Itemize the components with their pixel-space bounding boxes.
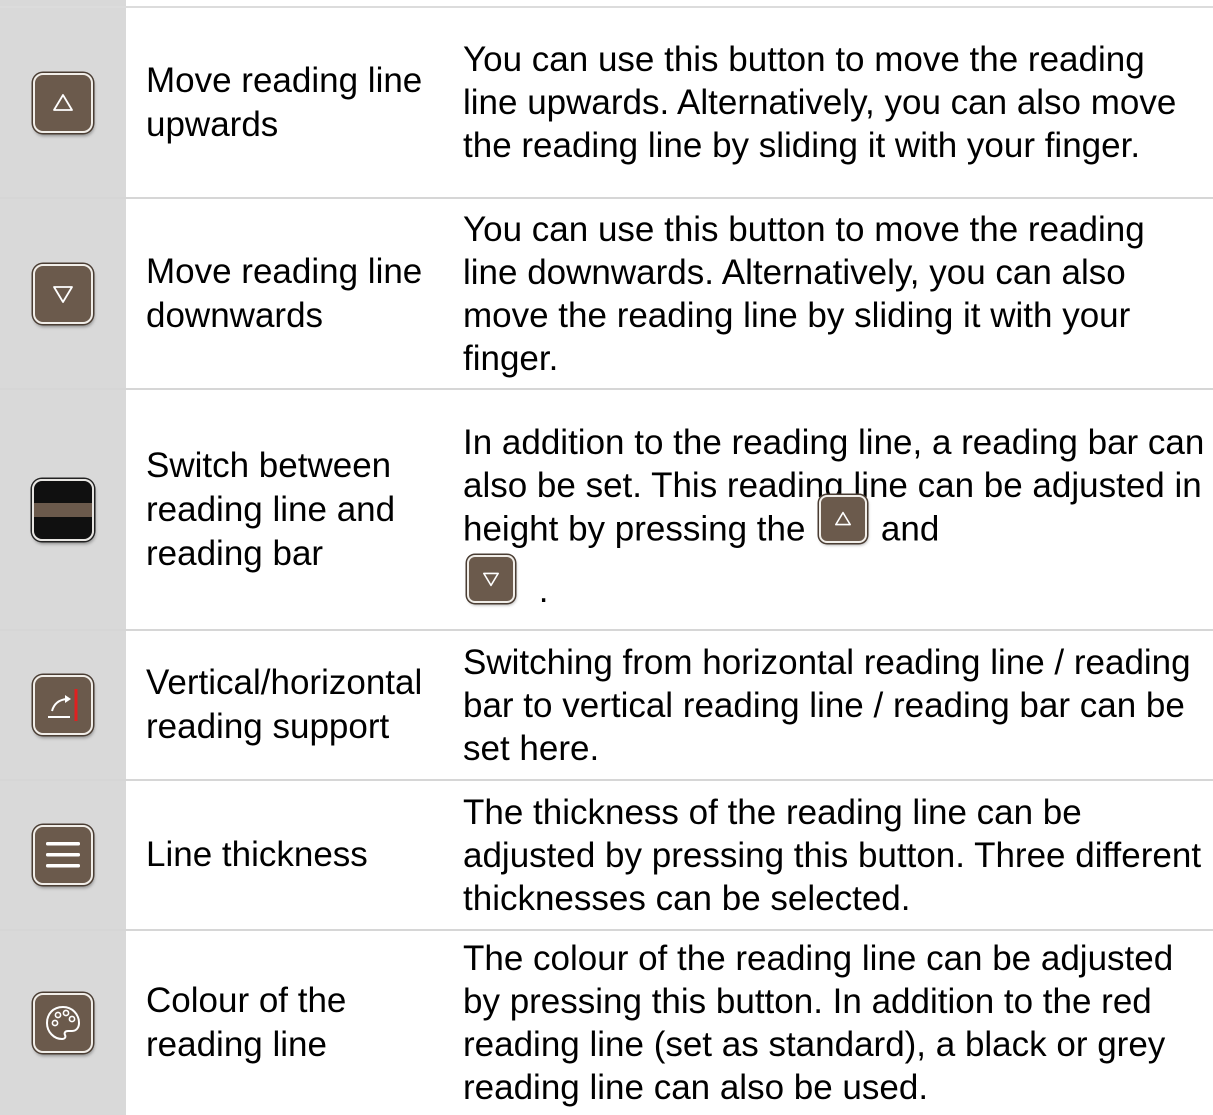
inline-down-button (467, 554, 515, 603)
feature-description: The colour of the reading line can be ad… (463, 939, 1174, 1107)
reading-line-help-table: Move reading line upwards You can use th… (0, 0, 1213, 1115)
reading-bar-button[interactable] (32, 478, 94, 541)
feature-description: In addition to the reading line, a readi… (463, 422, 1205, 610)
feature-name: Switch between reading line and reading … (146, 445, 396, 573)
table-row-thickness: Line thickness The thickness of the read… (0, 781, 1213, 929)
feature-description: You can use this button to move the read… (463, 40, 1177, 165)
arrow-down-icon (483, 572, 499, 586)
palette-icon (45, 1005, 81, 1041)
icon-cell (0, 931, 126, 1115)
icon-cell (0, 781, 126, 929)
feature-name: Line thickness (146, 835, 368, 874)
table-row-switch-bar: Switch between reading line and reading … (0, 390, 1213, 629)
arrow-up-icon (53, 93, 73, 111)
arrow-down-icon (53, 285, 73, 303)
table-row-move-down: Move reading line downwards You can use … (0, 199, 1213, 388)
menu-lines-icon (46, 842, 80, 868)
orientation-button[interactable] (33, 675, 93, 735)
arrow-up-icon (835, 511, 852, 525)
feature-name: Vertical/horizontal reading support (146, 663, 423, 746)
reading-bar-icon (34, 480, 92, 503)
feature-description: Switching from horizontal reading line /… (463, 642, 1191, 768)
rotate-orientation-icon (48, 689, 78, 721)
table-row-move-up: Move reading line upwards You can use th… (0, 8, 1213, 197)
icon-cell (0, 631, 126, 779)
feature-description: The thickness of the reading line can be… (463, 792, 1202, 918)
move-up-button[interactable] (33, 72, 93, 133)
line-thickness-button[interactable] (33, 825, 93, 885)
icon-cell (0, 8, 126, 197)
feature-description: You can use this button to move the read… (463, 209, 1145, 378)
table-row-orientation: Vertical/horizontal reading support Swit… (0, 631, 1213, 779)
colour-button[interactable] (33, 993, 93, 1053)
feature-name: Move reading line downwards (146, 251, 423, 335)
inline-up-button (819, 494, 868, 543)
icon-cell (0, 199, 126, 388)
table-row-colour: Colour of the reading line The colour of… (0, 931, 1213, 1115)
icon-cell (0, 390, 126, 629)
feature-name: Colour of the reading line (146, 981, 347, 1064)
feature-name: Move reading line upwards (146, 60, 423, 144)
move-down-button[interactable] (33, 263, 93, 324)
